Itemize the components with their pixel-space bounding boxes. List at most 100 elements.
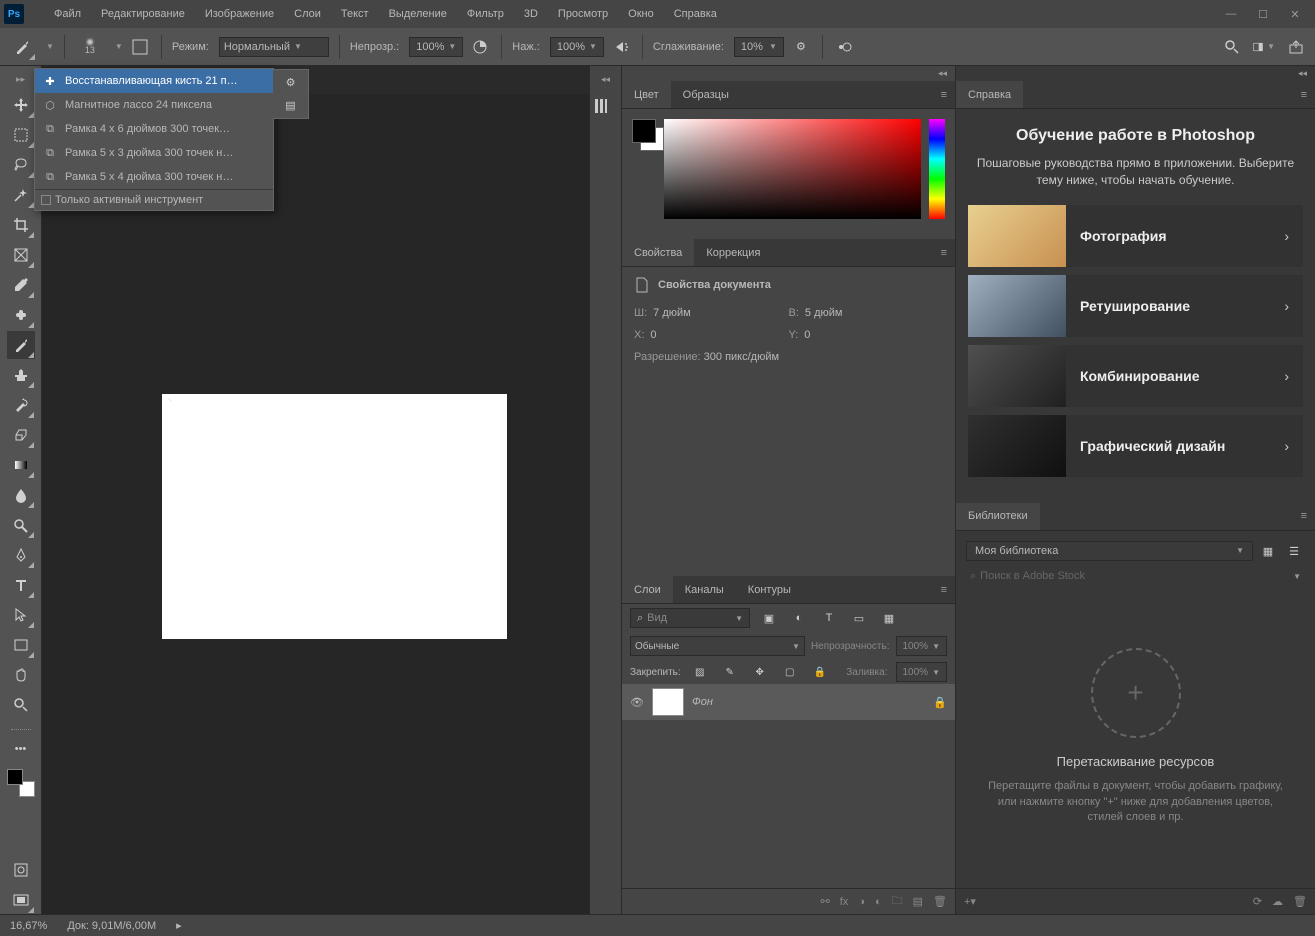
tab-properties[interactable]: Свойства xyxy=(622,239,694,266)
preset-item[interactable]: ⬡Магнитное лассо 24 пиксела xyxy=(35,93,273,117)
smoothing-options-icon[interactable]: ⚙ xyxy=(790,36,812,58)
collapse-arrows-icon[interactable]: ◂◂ xyxy=(622,66,955,81)
chevron-down-icon[interactable]: ▼ xyxy=(46,42,54,51)
zoom-tool[interactable] xyxy=(7,691,35,719)
text-tool[interactable] xyxy=(7,571,35,599)
visibility-toggle-icon[interactable]: 👁 xyxy=(630,696,644,709)
lock-position-icon[interactable]: ✥ xyxy=(749,661,771,683)
eyedropper-tool[interactable] xyxy=(7,271,35,299)
filter-shape-icon[interactable]: ▭ xyxy=(848,607,870,629)
panel-menu-icon[interactable]: ≡ xyxy=(933,576,955,603)
collapsed-panel-dock[interactable]: ◂◂ xyxy=(589,66,621,914)
filter-adjust-icon[interactable]: ◐ xyxy=(788,607,810,629)
learn-item-compositing[interactable]: Комбинирование› xyxy=(968,345,1303,407)
layer-filter-dropdown[interactable]: ⌕ Вид ▼ xyxy=(630,608,750,628)
learn-item-retouching[interactable]: Ретуширование› xyxy=(968,275,1303,337)
minimize-button[interactable]: — xyxy=(1215,4,1247,24)
add-asset-icon[interactable]: +▾ xyxy=(964,895,976,908)
pressure-size-icon[interactable] xyxy=(833,36,855,58)
pressure-opacity-icon[interactable] xyxy=(469,36,491,58)
clone-stamp-tool[interactable] xyxy=(7,361,35,389)
flow-field[interactable]: 100%▼ xyxy=(550,37,604,57)
layer-fx-icon[interactable]: fx xyxy=(840,896,849,908)
healing-brush-tool[interactable] xyxy=(7,301,35,329)
layer-mask-icon[interactable]: ◑ xyxy=(858,896,865,908)
lasso-tool[interactable] xyxy=(7,151,35,179)
dodge-tool[interactable] xyxy=(7,511,35,539)
close-button[interactable]: ✕ xyxy=(1279,4,1311,24)
menu-edit[interactable]: Редактирование xyxy=(91,0,195,28)
brush-preset-picker[interactable]: 13 xyxy=(75,32,105,62)
cloud-icon[interactable]: ☁ xyxy=(1272,895,1283,908)
search-icon[interactable] xyxy=(1221,36,1243,58)
doc-size[interactable]: Док: 9,01M/6,00M xyxy=(67,920,156,932)
list-view-icon[interactable]: ☰ xyxy=(1283,541,1305,563)
preset-item[interactable]: ✚Восстанавливающая кисть 21 п… xyxy=(35,69,273,93)
menu-image[interactable]: Изображение xyxy=(195,0,284,28)
menu-window[interactable]: Окно xyxy=(618,0,664,28)
screen-mode-toggle[interactable] xyxy=(7,886,35,914)
layer-fill-field[interactable]: 100%▼ xyxy=(896,662,948,682)
crop-tool[interactable] xyxy=(7,211,35,239)
color-field[interactable] xyxy=(664,119,921,219)
layer-thumbnail[interactable] xyxy=(652,688,684,716)
tab-channels[interactable]: Каналы xyxy=(673,576,736,603)
menu-file[interactable]: Файл xyxy=(44,0,91,28)
panel-menu-icon[interactable]: ≡ xyxy=(1293,81,1315,108)
tab-adjustments[interactable]: Коррекция xyxy=(694,239,772,266)
edit-toolbar-button[interactable]: ••• xyxy=(7,735,35,763)
link-layers-icon[interactable]: ⚯ xyxy=(821,895,830,908)
grid-view-icon[interactable]: ▦ xyxy=(1257,541,1279,563)
active-tool-only-checkbox[interactable] xyxy=(41,195,51,205)
shape-tool[interactable] xyxy=(7,631,35,659)
tab-help[interactable]: Справка xyxy=(956,81,1023,108)
library-search[interactable]: ⌕ Поиск в Adobe Stock ▼ xyxy=(966,567,1305,586)
airbrush-icon[interactable] xyxy=(610,36,632,58)
gradient-tool[interactable] xyxy=(7,451,35,479)
preset-item[interactable]: ⧉Рамка 5 x 4 дюйма 300 точек н… xyxy=(35,165,273,189)
panel-menu-icon[interactable]: ≡ xyxy=(1293,503,1315,530)
zoom-level[interactable]: 16,67% xyxy=(10,920,47,932)
blend-mode-dropdown[interactable]: Нормальный▼ xyxy=(219,37,329,57)
maximize-button[interactable]: ☐ xyxy=(1247,4,1279,24)
lock-all-icon[interactable]: 🔒 xyxy=(809,661,831,683)
tab-color[interactable]: Цвет xyxy=(622,81,671,108)
menu-layers[interactable]: Слои xyxy=(284,0,331,28)
new-adjustment-icon[interactable]: ◐ xyxy=(875,896,882,908)
filter-image-icon[interactable]: ▣ xyxy=(758,607,780,629)
color-swatches[interactable] xyxy=(7,769,35,797)
pen-tool[interactable] xyxy=(7,541,35,569)
opacity-field[interactable]: 100%▼ xyxy=(409,37,463,57)
lock-paint-icon[interactable]: ✎ xyxy=(719,661,741,683)
layer-row-background[interactable]: 👁 Фон 🔒 xyxy=(622,684,955,720)
marquee-tool[interactable] xyxy=(7,121,35,149)
layer-name[interactable]: Фон xyxy=(692,696,713,708)
blend-mode-dropdown[interactable]: Обычные▼ xyxy=(630,636,805,656)
menu-help[interactable]: Справка xyxy=(664,0,727,28)
menu-select[interactable]: Выделение xyxy=(379,0,457,28)
workspace-icon[interactable]: ▼ xyxy=(1253,36,1275,58)
brush-tool[interactable] xyxy=(7,331,35,359)
sync-icon[interactable]: ⟳ xyxy=(1253,895,1262,908)
panel-menu-icon[interactable]: ≡ xyxy=(933,239,955,266)
menu-view[interactable]: Просмотр xyxy=(548,0,618,28)
lock-transparency-icon[interactable]: ▨ xyxy=(689,661,711,683)
preset-item[interactable]: ⧉Рамка 5 x 3 дюйма 300 точек н… xyxy=(35,141,273,165)
filter-smart-icon[interactable]: ▦ xyxy=(878,607,900,629)
path-selection-tool[interactable] xyxy=(7,601,35,629)
menu-filter[interactable]: Фильтр xyxy=(457,0,514,28)
filter-text-icon[interactable]: T xyxy=(818,607,840,629)
quick-mask-toggle[interactable] xyxy=(7,856,35,884)
status-menu-icon[interactable]: ▸ xyxy=(176,919,182,932)
lock-artboard-icon[interactable]: ▢ xyxy=(779,661,801,683)
blur-tool[interactable] xyxy=(7,481,35,509)
fg-color-swatch[interactable] xyxy=(632,119,656,143)
delete-layer-icon[interactable]: 🗑 xyxy=(933,895,947,908)
menu-3d[interactable]: 3D xyxy=(514,0,548,28)
panel-menu-icon[interactable]: ≡ xyxy=(933,81,955,108)
tool-preset-picker[interactable] xyxy=(8,33,36,61)
tab-paths[interactable]: Контуры xyxy=(736,576,803,603)
new-layer-icon[interactable]: ▤ xyxy=(913,895,923,908)
new-preset-icon[interactable]: ▤ xyxy=(285,99,295,112)
move-tool[interactable] xyxy=(7,91,35,119)
